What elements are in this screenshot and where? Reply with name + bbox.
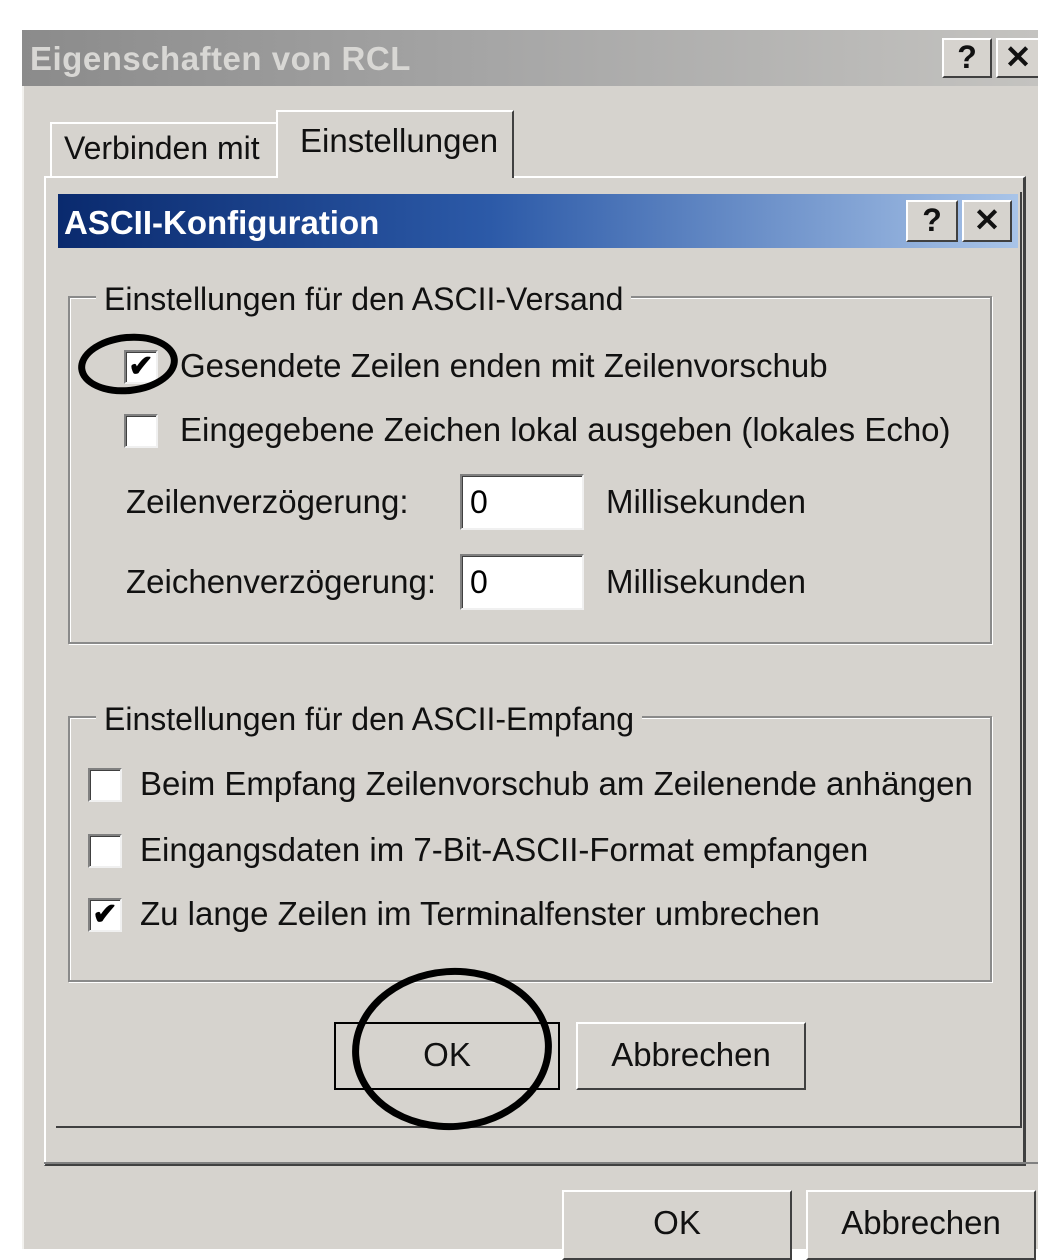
line-delay-input[interactable] xyxy=(460,474,584,530)
line-feed-label[interactable]: Gesendete Zeilen enden mit Zeilenvorschu… xyxy=(180,346,828,386)
receive-settings-legend: Einstellungen für den ASCII-Empfang xyxy=(96,700,643,738)
line-delay-label: Zeilenverzögerung: xyxy=(126,483,409,520)
tab-einstellungen[interactable]: Einstellungen xyxy=(276,110,514,178)
outer-close-button[interactable]: ✕ xyxy=(996,38,1038,78)
outer-window-title: Eigenschaften von RCL xyxy=(30,40,411,77)
char-delay-input[interactable] xyxy=(460,554,584,610)
wrap-lines-checkbox[interactable]: ✔ xyxy=(88,898,122,932)
local-echo-label[interactable]: Eingegebene Zeichen lokal ausgeben (loka… xyxy=(180,410,951,450)
outer-help-button[interactable]: ? xyxy=(942,38,992,78)
panel-separator xyxy=(44,1162,1038,1164)
append-line-feed-checkbox[interactable] xyxy=(88,768,122,802)
wrap-lines-label[interactable]: Zu lange Zeilen im Terminalfenster umbre… xyxy=(140,894,820,934)
tab-verbinden-mit[interactable]: Verbinden mit xyxy=(50,122,278,176)
local-echo-checkbox[interactable] xyxy=(124,414,158,448)
dialog-close-button[interactable]: ✕ xyxy=(962,200,1012,242)
append-line-feed-label[interactable]: Beim Empfang Zeilenvorschub am Zeilenend… xyxy=(140,764,973,804)
dialog-title: ASCII-Konfiguration xyxy=(64,204,380,241)
char-delay-unit: Millisekunden xyxy=(606,563,806,600)
dialog-cancel-button[interactable]: Abbrechen xyxy=(576,1022,806,1090)
seven-bit-ascii-checkbox[interactable] xyxy=(88,834,122,868)
char-delay-label: Zeichenverzögerung: xyxy=(126,563,437,600)
send-settings-legend: Einstellungen für den ASCII-Versand xyxy=(96,280,632,318)
line-delay-unit: Millisekunden xyxy=(606,483,806,520)
outer-ok-button[interactable]: OK xyxy=(562,1190,792,1260)
outer-cancel-button[interactable]: Abbrechen xyxy=(806,1190,1036,1260)
seven-bit-ascii-label[interactable]: Eingangsdaten im 7-Bit-ASCII-Format empf… xyxy=(140,830,868,870)
dialog-help-button[interactable]: ? xyxy=(906,200,958,242)
